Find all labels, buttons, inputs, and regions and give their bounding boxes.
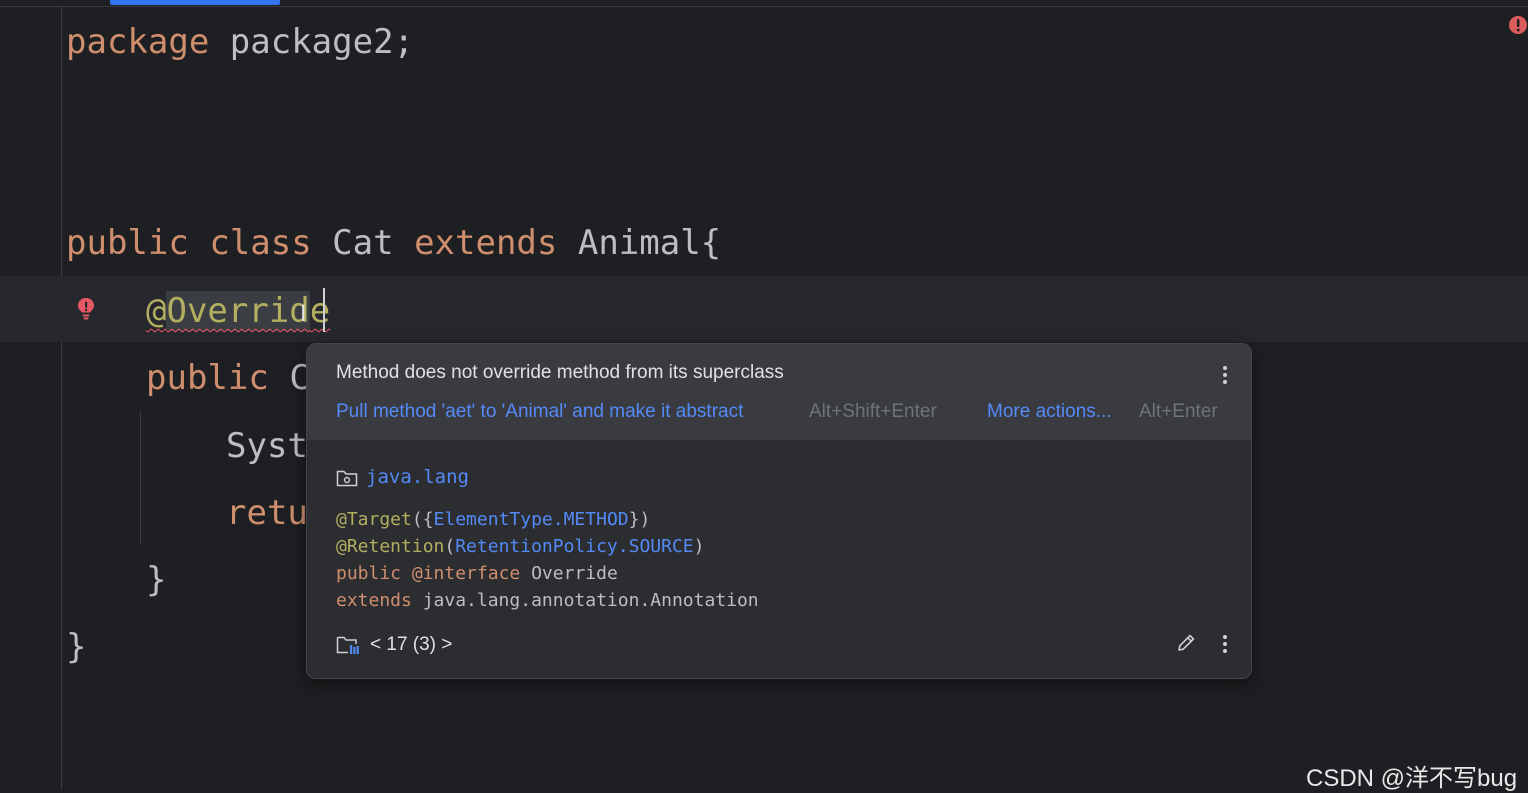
doc-target-annotation: @Target (336, 509, 412, 530)
keyword-return-partial: retu (226, 493, 308, 533)
keyword-extends: extends (414, 223, 558, 263)
annotation-at-sign: @ (146, 291, 167, 331)
doc-declaration-line: public @interface Override (336, 560, 618, 587)
jdk-version-navigator[interactable]: < 17 (3) > (370, 634, 452, 656)
more-actions-shortcut: Alt+Enter (1139, 401, 1218, 422)
error-indicator-icon[interactable] (1508, 15, 1528, 35)
class-name: Cat (332, 223, 394, 263)
popup-error-header: Method does not override method from its… (307, 344, 1251, 440)
text-caret (323, 288, 325, 332)
doc-target-close: }) (628, 509, 651, 530)
edit-pencil-icon[interactable] (1175, 632, 1197, 654)
doc-retention-line: @Retention(RetentionPolicy.SOURCE) (336, 533, 704, 560)
system-partial: Syst (226, 426, 308, 466)
more-actions-link[interactable]: More actions... (987, 401, 1112, 423)
keyword-public-method: public (146, 358, 269, 398)
doc-retention-close: ) (693, 536, 705, 557)
watermark-text: CSDN @洋不写bug (1306, 765, 1518, 792)
doc-retention-open: ( (444, 536, 456, 557)
doc-interface-name: Override (531, 563, 618, 584)
error-message: Method does not override method from its… (336, 362, 784, 383)
element-type-method-link[interactable]: ElementType.METHOD (434, 509, 629, 530)
footer-more-options-icon[interactable] (1222, 633, 1228, 655)
fix-shortcut: Alt+Shift+Enter (809, 401, 937, 422)
class-closing-brace: } (66, 627, 87, 667)
library-folder-icon (336, 636, 359, 654)
doc-target-open: ({ (411, 509, 434, 530)
doc-keyword-extends: extends (336, 590, 412, 611)
keyword-package: package (66, 22, 210, 62)
code-line-system[interactable]: Syst (226, 424, 308, 468)
active-tab-indicator[interactable] (110, 0, 280, 5)
doc-keyword-public: public (336, 563, 402, 584)
keyword-class: class (209, 223, 312, 263)
annotation-selected-text: Overrid (166, 291, 310, 331)
method-closing-brace: } (146, 560, 167, 600)
package-name: package2; (229, 22, 415, 62)
header-more-options-icon[interactable] (1222, 364, 1228, 386)
keyword-public: public (66, 223, 189, 263)
doc-extends-line: extends java.lang.annotation.Annotation (336, 587, 759, 614)
parent-class: Animal{ (577, 223, 722, 263)
indent-guide (140, 412, 141, 544)
code-line-method-close[interactable]: } (146, 558, 166, 602)
gutter-divider (61, 6, 62, 790)
code-line-1[interactable]: package package2; (66, 20, 414, 64)
annotation-tail: e (309, 291, 331, 331)
pull-method-fix-link[interactable]: Pull method 'aet' to 'Animal' and make i… (336, 401, 743, 423)
ibeam-cursor-icon: I (300, 302, 307, 327)
error-quick-doc-popup[interactable]: Method does not override method from its… (306, 343, 1252, 679)
doc-target-line: @Target({ElementType.METHOD}) (336, 506, 650, 533)
code-line-class-close[interactable]: } (66, 625, 86, 669)
package-folder-icon (336, 470, 358, 487)
code-line-method[interactable]: public C (146, 356, 310, 400)
code-line-class-declaration[interactable]: public class Cat extends Animal{ (66, 221, 721, 265)
error-bulb-icon[interactable] (76, 296, 96, 322)
doc-extends-name: java.lang.annotation.Annotation (422, 590, 759, 611)
doc-retention-annotation: @Retention (336, 536, 445, 557)
doc-keyword-interface: @interface (411, 563, 521, 584)
package-link[interactable]: java.lang (366, 466, 469, 488)
retention-policy-source-link[interactable]: RetentionPolicy.SOURCE (455, 536, 693, 557)
code-line-return[interactable]: retu (226, 491, 308, 535)
